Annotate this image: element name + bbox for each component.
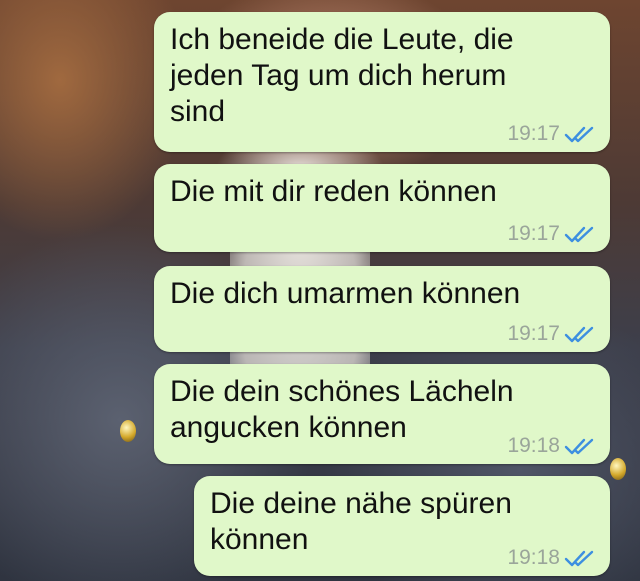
message-text: Ich beneide die Leute, die jeden Tag um … — [170, 23, 514, 128]
message-text: Die dich umarmen können — [170, 277, 521, 310]
message-time: 19:18 — [507, 546, 560, 569]
message-text: Die mit dir reden können — [170, 175, 497, 208]
double-check-icon — [564, 326, 594, 343]
double-check-icon — [564, 226, 594, 243]
message-meta: 19:17 — [507, 222, 596, 246]
message-meta: 19:18 — [507, 434, 596, 458]
double-check-icon — [564, 550, 594, 567]
double-check-icon — [564, 438, 594, 455]
message-time: 19:17 — [507, 222, 560, 245]
message-meta: 19:17 — [507, 322, 596, 346]
message-time: 19:17 — [507, 322, 560, 345]
outgoing-message-bubble[interactable]: Die dich umarmen können 19:17 — [154, 266, 610, 352]
message-time: 19:18 — [507, 434, 560, 457]
outgoing-message-bubble[interactable]: Die deine nähe spüren können 19:18 — [194, 476, 610, 576]
message-meta: 19:18 — [507, 546, 596, 570]
outgoing-message-bubble[interactable]: Die mit dir reden können 19:17 — [154, 164, 610, 252]
double-check-icon — [564, 126, 594, 143]
message-list[interactable]: Ich beneide die Leute, die jeden Tag um … — [0, 0, 640, 581]
message-meta: 19:17 — [507, 122, 596, 146]
outgoing-message-bubble[interactable]: Die dein schönes Lächeln angucken können… — [154, 364, 610, 464]
message-time: 19:17 — [507, 122, 560, 145]
outgoing-message-bubble[interactable]: Ich beneide die Leute, die jeden Tag um … — [154, 12, 610, 152]
